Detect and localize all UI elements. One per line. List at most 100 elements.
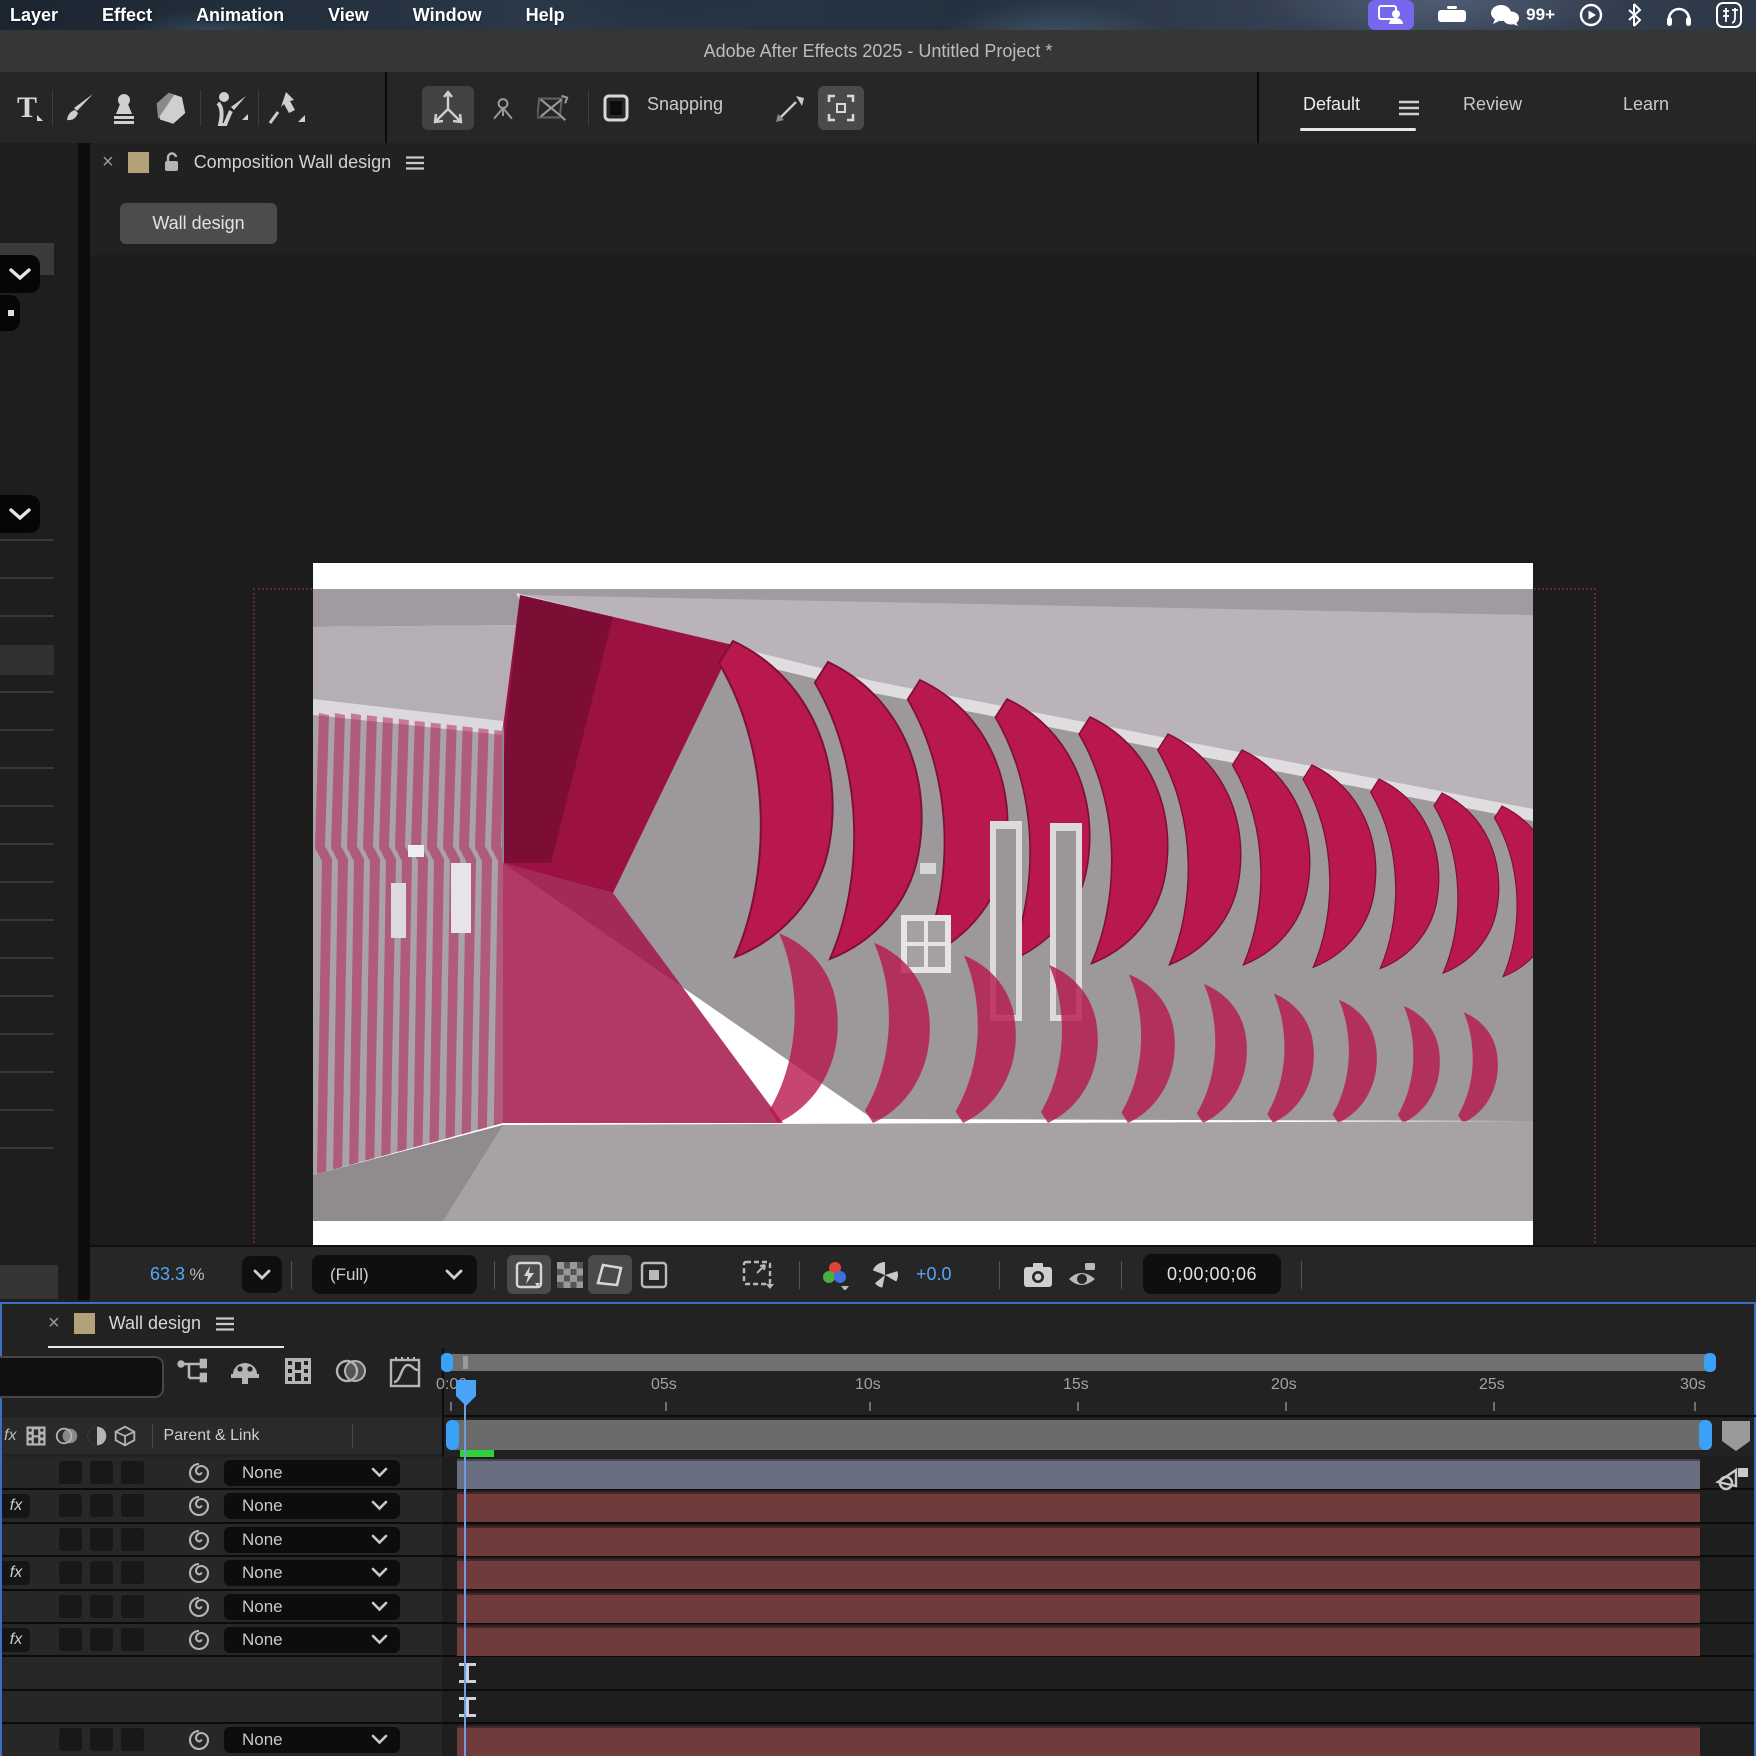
layer-track[interactable] bbox=[442, 1591, 1754, 1622]
keyboard-icon[interactable] bbox=[1438, 6, 1466, 24]
layer-switch-toggle[interactable] bbox=[121, 1528, 144, 1551]
layer-switch-toggle[interactable] bbox=[59, 1628, 82, 1651]
transparency-grid-button[interactable] bbox=[557, 1247, 583, 1302]
parent-link-dropdown[interactable]: None bbox=[224, 1460, 400, 1486]
graph-editor-icon[interactable] bbox=[389, 1356, 421, 1388]
exposure-reset-icon[interactable] bbox=[870, 1247, 900, 1302]
menu-help[interactable]: Help bbox=[526, 5, 565, 26]
layer-track[interactable] bbox=[442, 1557, 1754, 1588]
layer-switch-toggle[interactable] bbox=[90, 1595, 113, 1618]
input-method-pinyin-icon[interactable] bbox=[1716, 2, 1742, 28]
magnification-value[interactable]: 63.3 % bbox=[150, 1247, 205, 1302]
close-icon[interactable]: × bbox=[48, 1312, 60, 1335]
layer-switch-toggle[interactable] bbox=[59, 1461, 82, 1484]
composition-viewer[interactable] bbox=[90, 255, 1756, 1245]
comp-marker-bin-icon[interactable] bbox=[1719, 1418, 1753, 1454]
timecode-display[interactable]: 0;00;00;06 bbox=[1143, 1254, 1281, 1294]
wechat-icon[interactable]: 99+ bbox=[1490, 4, 1555, 26]
parent-link-dropdown[interactable]: None bbox=[224, 1727, 400, 1753]
parent-link-dropdown[interactable]: None bbox=[224, 1493, 400, 1519]
layer-row[interactable]: fxNone bbox=[2, 1557, 1754, 1590]
menu-effect[interactable]: Effect bbox=[102, 5, 152, 26]
frame-blend-column-icon[interactable] bbox=[24, 1425, 48, 1447]
layer-track[interactable] bbox=[442, 1724, 1754, 1755]
eraser-tool[interactable] bbox=[150, 86, 190, 130]
pick-whip-icon[interactable] bbox=[187, 1528, 211, 1557]
layer-track[interactable] bbox=[442, 1691, 1754, 1722]
pick-whip-icon[interactable] bbox=[187, 1461, 211, 1490]
time-navigator-bar[interactable] bbox=[443, 1354, 1714, 1371]
layer-duration-bar[interactable] bbox=[457, 1626, 1700, 1656]
layer-switch-toggle[interactable] bbox=[121, 1561, 144, 1584]
layer-row[interactable]: None bbox=[2, 1524, 1754, 1557]
3d-layer-column-icon[interactable] bbox=[114, 1425, 136, 1447]
layer-switch-toggle[interactable] bbox=[121, 1494, 144, 1517]
layer-in-point-ibeam[interactable] bbox=[459, 1663, 475, 1683]
fx-column-icon[interactable]: fx bbox=[4, 1427, 16, 1445]
mask-shape-visibility-button[interactable] bbox=[588, 1255, 632, 1294]
layer-duration-bar[interactable] bbox=[457, 1593, 1700, 1623]
bluetooth-icon[interactable] bbox=[1627, 3, 1642, 27]
layer-row[interactable]: fxNone bbox=[2, 1490, 1754, 1523]
layer-switch-toggle[interactable] bbox=[90, 1728, 113, 1751]
fx-badge[interactable]: fx bbox=[2, 1628, 30, 1652]
current-time-indicator-head[interactable] bbox=[453, 1378, 479, 1408]
parent-link-dropdown[interactable]: None bbox=[224, 1594, 400, 1620]
layer-switch-toggle[interactable] bbox=[121, 1461, 144, 1484]
play-circle-icon[interactable] bbox=[1579, 3, 1603, 27]
layer-track[interactable] bbox=[442, 1524, 1754, 1555]
timeline-tab-label[interactable]: Wall design bbox=[109, 1313, 201, 1334]
layer-row[interactable]: fx None bbox=[2, 1624, 1754, 1657]
timeline-comp-swatch[interactable] bbox=[74, 1313, 95, 1334]
layer-row[interactable]: None bbox=[2, 1724, 1754, 1756]
menu-layer[interactable]: Layer bbox=[10, 5, 58, 26]
type-tool[interactable]: T bbox=[8, 86, 48, 130]
layer-track[interactable] bbox=[442, 1657, 1754, 1688]
layer-switch-toggle[interactable] bbox=[59, 1728, 82, 1751]
navigator-start-handle[interactable] bbox=[441, 1353, 453, 1372]
resolution-dropdown[interactable]: (Full) bbox=[312, 1255, 477, 1294]
motion-blur-column-icon[interactable] bbox=[54, 1425, 80, 1447]
parent-link-dropdown[interactable]: None bbox=[224, 1527, 400, 1553]
left-panel-dropdown-button[interactable] bbox=[0, 255, 40, 293]
exposure-value[interactable]: +0.0 bbox=[916, 1247, 952, 1302]
world-axis-mode-button[interactable] bbox=[482, 86, 524, 130]
unlock-icon[interactable] bbox=[163, 152, 180, 173]
pick-whip-icon[interactable] bbox=[187, 1561, 211, 1590]
left-panel-dropdown-button-2[interactable] bbox=[0, 495, 40, 533]
workspace-tab-default[interactable]: Default bbox=[1303, 94, 1360, 115]
comp-mini-flowchart-icon[interactable] bbox=[177, 1356, 207, 1386]
magnification-dropdown-button[interactable] bbox=[242, 1256, 282, 1293]
parent-link-dropdown[interactable]: None bbox=[224, 1627, 400, 1653]
layer-switch-toggle[interactable] bbox=[121, 1728, 144, 1751]
frame-blending-icon[interactable] bbox=[283, 1356, 313, 1386]
navigator-end-handle[interactable] bbox=[1704, 1353, 1716, 1372]
layer-switch-toggle[interactable] bbox=[121, 1628, 144, 1651]
layer-switch-toggle[interactable] bbox=[59, 1561, 82, 1584]
layer-duration-bar[interactable] bbox=[457, 1559, 1700, 1589]
roto-brush-tool[interactable] bbox=[205, 86, 253, 130]
layer-track[interactable] bbox=[442, 1490, 1754, 1521]
pick-whip-icon[interactable] bbox=[187, 1628, 211, 1657]
fx-badge[interactable]: fx bbox=[2, 1561, 30, 1585]
layer-duration-bar[interactable] bbox=[457, 1526, 1700, 1556]
menu-window[interactable]: Window bbox=[413, 5, 482, 26]
comp-name-chip[interactable]: Wall design bbox=[120, 203, 277, 244]
close-icon[interactable]: × bbox=[102, 151, 114, 174]
layer-switch-toggle[interactable] bbox=[90, 1461, 113, 1484]
left-panel-selected-row[interactable] bbox=[0, 645, 54, 675]
fast-previews-button[interactable] bbox=[507, 1255, 551, 1294]
show-snapshot-button[interactable] bbox=[1067, 1247, 1099, 1302]
workspace-tab-review[interactable]: Review bbox=[1463, 94, 1522, 115]
screen-share-icon[interactable] bbox=[1368, 0, 1414, 30]
current-time-indicator-line[interactable] bbox=[464, 1404, 466, 1756]
snapping-label[interactable]: Snapping bbox=[647, 94, 723, 115]
menu-animation[interactable]: Animation bbox=[196, 5, 284, 26]
pick-whip-icon[interactable] bbox=[187, 1728, 211, 1756]
layer-switch-toggle[interactable] bbox=[59, 1595, 82, 1618]
menu-view[interactable]: View bbox=[328, 5, 369, 26]
layer-row[interactable]: None bbox=[2, 1457, 1754, 1490]
motion-blur-icon[interactable] bbox=[335, 1356, 367, 1386]
layer-track[interactable] bbox=[442, 1624, 1754, 1655]
layer-switch-toggle[interactable] bbox=[121, 1595, 144, 1618]
